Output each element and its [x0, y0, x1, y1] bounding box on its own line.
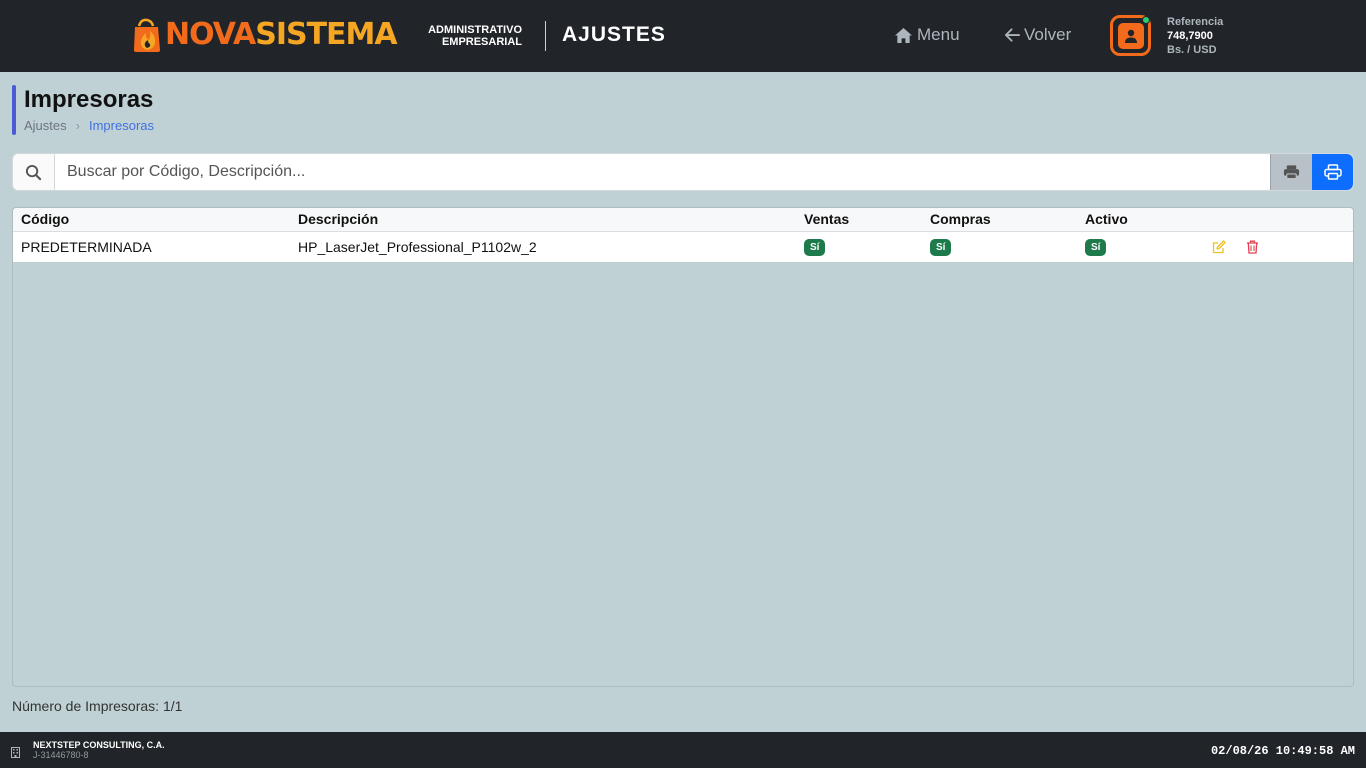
breadcrumb-item-impresoras: Impresoras — [88, 118, 155, 133]
search-bar — [12, 153, 1354, 191]
breadcrumb: Ajustes › Impresoras — [24, 118, 154, 133]
company-name: NEXTSTEP CONSULTING, C.A. — [33, 740, 165, 750]
arrow-left-icon — [1005, 28, 1020, 42]
column-header-codigo[interactable]: Código — [13, 208, 290, 232]
reference-unit: Bs. / USD — [1167, 44, 1217, 56]
status-badge: Sí — [930, 239, 952, 257]
back-button[interactable]: Volver — [1005, 25, 1071, 45]
brand-name-part1: NOVA — [165, 17, 256, 52]
tagline-line2: EMPRESARIAL — [441, 36, 522, 48]
column-header-actions — [1202, 208, 1353, 232]
search-input[interactable] — [55, 154, 1270, 190]
reference-value: 748,7900 — [1167, 30, 1213, 42]
search-icon — [13, 154, 55, 190]
cell-codigo: PREDETERMINADA — [21, 238, 152, 255]
status-badge: Sí — [1085, 239, 1107, 257]
column-header-activo[interactable]: Activo — [1077, 208, 1202, 232]
brand-name-part2: SISTEMA — [255, 17, 397, 52]
breadcrumb-item-ajustes[interactable]: Ajustes — [24, 118, 67, 133]
cell-activo: Sí — [1077, 231, 1202, 262]
reference-label: Referencia — [1167, 16, 1224, 28]
column-header-descripcion[interactable]: Descripción — [290, 208, 796, 232]
cell-actions — [1202, 231, 1353, 262]
cell-descripcion: HP_LaserJet_Professional_P1102w_2 — [298, 238, 537, 255]
print-list-button[interactable] — [1270, 154, 1312, 190]
printer-icon — [1323, 164, 1342, 180]
cell-ventas: Sí — [796, 231, 922, 262]
printers-table-panel: Código Descripción Ventas Compras Activo… — [12, 207, 1354, 687]
exchange-reference: Referencia 748,7900 Bs. / USD — [1167, 15, 1223, 57]
company-rif: J-31446780-8 — [33, 750, 89, 760]
flame-bag-logo-icon — [134, 18, 160, 52]
section-title: AJUSTES — [562, 23, 666, 46]
record-count: Número de Impresoras: 1/1 — [12, 698, 183, 714]
trash-icon[interactable] — [1246, 240, 1259, 254]
online-status-dot — [1142, 16, 1150, 24]
menu-label: Menu — [917, 25, 960, 44]
header-divider — [545, 21, 546, 51]
printer-icon — [1283, 165, 1300, 180]
user-icon — [1117, 22, 1144, 49]
edit-icon[interactable] — [1212, 240, 1226, 254]
breadcrumb-separator-icon: › — [75, 118, 80, 133]
title-accent-bar — [12, 85, 16, 135]
table-row[interactable]: PREDETERMINADA HP_LaserJet_Professional_… — [13, 231, 1353, 262]
tagline-line1: ADMINISTRATIVO — [428, 24, 522, 36]
back-label: Volver — [1024, 25, 1072, 44]
brand-tagline: ADMINISTRATIVO EMPRESARIAL — [410, 24, 522, 48]
status-footer: NEXTSTEP CONSULTING, C.A. J-31446780-8 0… — [0, 732, 1366, 768]
brand-name: NOVASISTEMA — [165, 17, 398, 52]
printers-table: Código Descripción Ventas Compras Activo… — [13, 208, 1353, 262]
datetime-clock: 02/08/26 10:49:58 AM — [1210, 744, 1355, 758]
print-button[interactable] — [1312, 154, 1353, 190]
page-title: Impresoras — [24, 86, 154, 113]
cell-compras: Sí — [922, 231, 1077, 262]
company-info: NEXTSTEP CONSULTING, C.A. J-31446780-8 — [33, 740, 165, 760]
column-header-ventas[interactable]: Ventas — [796, 208, 922, 232]
user-avatar-button[interactable] — [1110, 15, 1151, 56]
menu-button[interactable]: Menu — [894, 25, 960, 45]
brand-logo[interactable]: NOVASISTEMA — [132, 16, 398, 54]
column-header-compras[interactable]: Compras — [922, 208, 1077, 232]
table-header-row: Código Descripción Ventas Compras Activo — [13, 208, 1353, 232]
building-icon — [11, 745, 20, 763]
status-badge: Sí — [804, 239, 826, 257]
top-navbar: NOVASISTEMA ADMINISTRATIVO EMPRESARIAL A… — [0, 0, 1366, 72]
home-icon — [894, 27, 913, 44]
